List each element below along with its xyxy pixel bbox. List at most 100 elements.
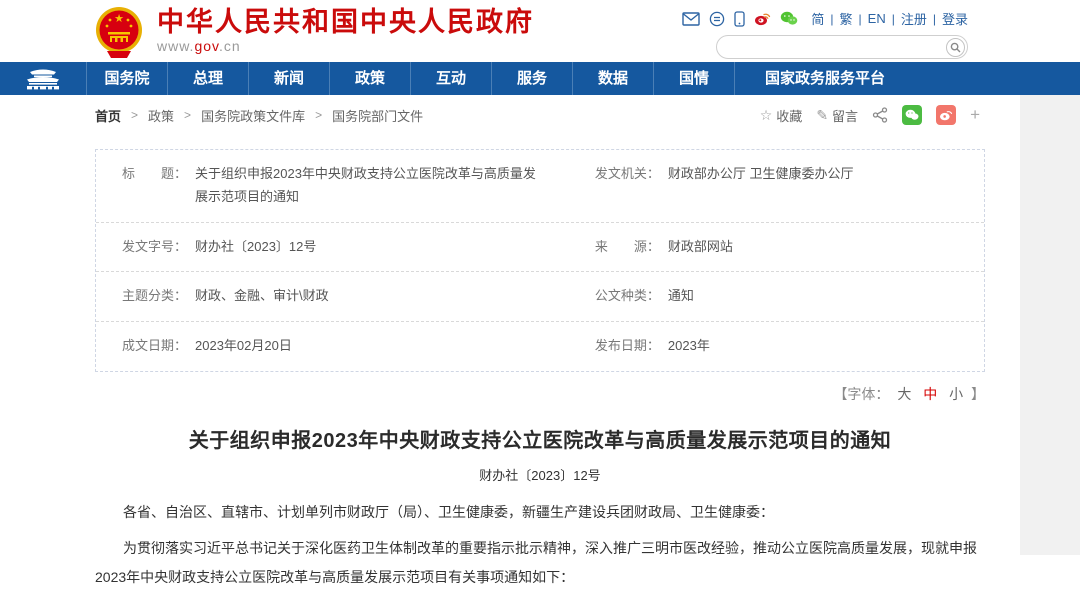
meta-title-value: 关于组织申报2023年中央财政支持公立医院改革与高质量发展示范项目的通知 [195, 166, 536, 204]
share-weibo-button[interactable] [936, 105, 957, 125]
meta-label: 主题分类： [122, 288, 188, 304]
breadcrumb-policy[interactable]: 政策 [148, 106, 174, 125]
nav-item-policy[interactable]: 政策 [329, 62, 410, 95]
meta-docno-value: 财办社〔2023〕12号 [195, 238, 317, 254]
wechat-icon [905, 109, 919, 120]
font-ctrl-prefix: 【字体： [833, 385, 890, 402]
page-actions: ☆ 收藏 ✎ 留言 + [760, 105, 980, 125]
meta-label: 发布日期： [594, 338, 660, 353]
lang-english-link[interactable]: EN [868, 11, 886, 26]
register-link[interactable]: 注册 [901, 9, 927, 28]
font-ctrl-suffix: 】 [971, 385, 985, 402]
lang-links: 简 | 繁 | EN | 注册 | 登录 [811, 9, 968, 28]
lang-simplified-link[interactable]: 简 [811, 9, 824, 28]
nav-item-premier[interactable]: 总理 [167, 62, 248, 95]
site-header: ★ 中华人民共和国中央人民政府 www.gov.cn 简 | 繁 | EN | … [0, 0, 1080, 62]
share-icon [872, 107, 888, 123]
article-doc-number: 财办社〔2023〕12号 [479, 467, 601, 483]
site-identity: 中华人民共和国中央人民政府 www.gov.cn [157, 6, 534, 54]
meta-docno-cell: 发文字号： 财办社〔2023〕12号 [96, 223, 595, 272]
nav-item-gov-service-platform[interactable]: 国家政务服务平台 [734, 62, 915, 95]
login-link[interactable]: 登录 [942, 9, 968, 28]
article-paragraph-intro: 为贯彻落实习近平总书记关于深化医药卫生体制改革的重要指示批示精神，深入推广三明市… [95, 540, 977, 586]
separator: | [891, 11, 895, 26]
comment-button[interactable]: ✎ 留言 [816, 106, 858, 125]
breadcrumb-home[interactable]: 首页 [95, 106, 121, 125]
page-right-gutter [1020, 95, 1080, 555]
header-right: 简 | 繁 | EN | 注册 | 登录 [682, 9, 968, 59]
meta-label: 公文种类： [594, 288, 660, 304]
meta-title-cell: 标 题： 关于组织申报2023年中央财政支持公立医院改革与高质量发展示范项目的通… [96, 150, 595, 222]
meta-doctype-value: 通知 [667, 288, 694, 304]
separator: | [830, 11, 834, 26]
separator: | [932, 11, 936, 26]
lang-traditional-link[interactable]: 繁 [840, 9, 853, 28]
meta-row-category: 主题分类： 财政、金融、审计\财政 公文种类： 通知 [96, 272, 984, 322]
meta-category-value: 财政、金融、审计\财政 [195, 288, 329, 304]
article-body: 各省、自治区、直辖市、计划单列市财政厅（局）、卫生健康委，新疆生产建设兵团财政局… [95, 498, 985, 592]
meta-row-title: 标 题： 关于组织申报2023年中央财政支持公立医院改革与高质量发展示范项目的通… [96, 150, 984, 223]
breadcrumb-separator: > [184, 108, 192, 122]
breadcrumb-separator: > [131, 108, 139, 122]
national-emblem-icon: ★ [96, 7, 142, 58]
breadcrumb-policy-library[interactable]: 国务院政策文件库 [201, 106, 305, 125]
meta-label: 发文字号： [122, 238, 188, 254]
nav-item-data[interactable]: 数据 [572, 62, 653, 95]
article-title: 关于组织申报2023年中央财政支持公立医院改革与高质量发展示范项目的通知 [188, 429, 892, 452]
main-nav: 国务院 总理 新闻 政策 互动 服务 数据 国情 国家政务服务平台 [0, 62, 1080, 95]
search-input[interactable] [729, 37, 934, 57]
meta-label: 成文日期： [122, 338, 188, 353]
meta-written-date-value: 2023年02月20日 [195, 338, 292, 353]
wechat-icon[interactable] [780, 11, 798, 26]
meta-label: 来 源： [594, 238, 660, 254]
font-size-large-button[interactable]: 大 [897, 386, 911, 402]
meta-written-date-cell: 成文日期： 2023年02月20日 [96, 322, 595, 371]
breadcrumb: 首页 > 政策 > 国务院政策文件库 > 国务院部门文件 [95, 106, 423, 125]
nav-item-news[interactable]: 新闻 [248, 62, 329, 95]
mobile-icon[interactable] [734, 10, 746, 27]
nav-filler [915, 62, 1080, 95]
meta-source-value: 财政部网站 [667, 238, 733, 254]
weibo-icon [940, 111, 953, 121]
star-icon: ☆ [759, 106, 773, 123]
site-title: 中华人民共和国中央人民政府 [157, 6, 534, 37]
breadcrumb-separator: > [315, 108, 323, 122]
weibo-icon[interactable] [754, 11, 771, 26]
svg-text:★: ★ [114, 13, 124, 25]
breadcrumb-department-documents[interactable]: 国务院部门文件 [332, 106, 423, 125]
search-box [716, 35, 968, 59]
meta-row-docno: 发文字号： 财办社〔2023〕12号 来 源： 财政部网站 [96, 223, 984, 273]
comment-label: 留言 [832, 108, 859, 124]
nav-item-state-council[interactable]: 国务院 [86, 62, 167, 95]
site-url: www.gov.cn [157, 38, 534, 54]
url-gov: gov [194, 38, 219, 55]
favorite-button[interactable]: ☆ 收藏 [760, 106, 803, 125]
search-button[interactable] [946, 38, 965, 57]
separator: | [858, 11, 862, 26]
meta-label: 发文机关： [594, 166, 660, 181]
breadcrumb-row: 首页 > 政策 > 国务院政策文件库 > 国务院部门文件 ☆ 收藏 ✎ 留言 + [0, 95, 1080, 135]
url-cn: .cn [219, 38, 241, 55]
more-share-button[interactable]: + [970, 105, 980, 125]
meta-publish-date-value: 2023年 [667, 338, 710, 353]
nav-item-services[interactable]: 服务 [491, 62, 572, 95]
meta-row-dates: 成文日期： 2023年02月20日 发布日期： 2023年 [96, 322, 984, 371]
pencil-icon: ✎ [816, 106, 829, 123]
nav-item-national-conditions[interactable]: 国情 [653, 62, 734, 95]
article-paragraph-salutation: 各省、自治区、直辖市、计划单列市财政厅（局）、卫生健康委，新疆生产建设兵团财政局… [123, 503, 774, 520]
nav-item-interaction[interactable]: 互动 [410, 62, 491, 95]
meta-label: 标 题： [122, 166, 188, 181]
font-size-small-button[interactable]: 小 [949, 386, 963, 402]
message-board-icon[interactable] [709, 11, 725, 27]
meta-doctype-cell: 公文种类： 通知 [595, 272, 984, 321]
share-wechat-button[interactable] [902, 105, 923, 125]
meta-publish-date-cell: 发布日期： 2023年 [595, 322, 984, 371]
meta-category-cell: 主题分类： 财政、金融、审计\财政 [96, 272, 595, 321]
mail-icon[interactable] [682, 11, 701, 26]
share-button[interactable] [872, 107, 888, 123]
favorite-label: 收藏 [776, 108, 803, 124]
nav-home-tiananmen-icon[interactable] [0, 62, 86, 95]
meta-source-cell: 来 源： 财政部网站 [595, 223, 984, 272]
font-size-medium-button[interactable]: 中 [923, 386, 937, 402]
quick-links-row: 简 | 繁 | EN | 注册 | 登录 [682, 9, 968, 28]
